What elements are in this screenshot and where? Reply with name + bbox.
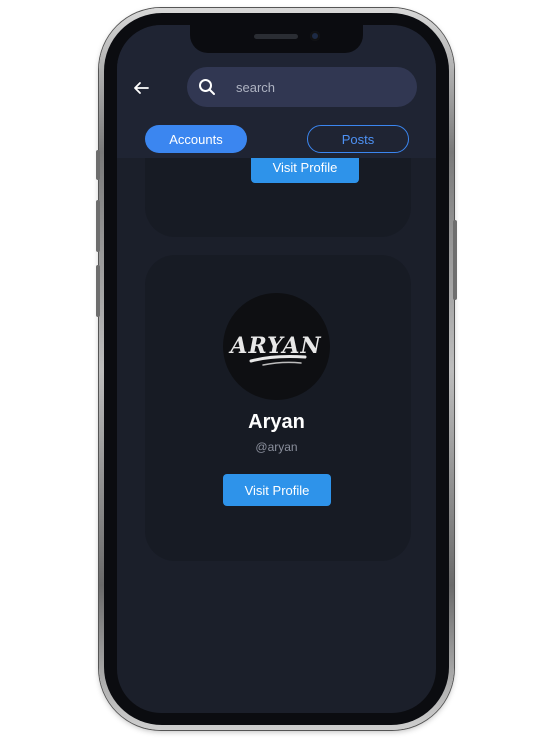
avatar[interactable]: ARYAN — [223, 293, 330, 400]
search-icon — [198, 78, 216, 96]
svg-text:ARYAN: ARYAN — [228, 333, 321, 359]
phone-screen: Visit Profile ARYAN Aryan @aryan Visit P… — [117, 25, 436, 713]
search-input[interactable] — [234, 78, 398, 96]
front-camera — [310, 31, 320, 41]
tab-accounts[interactable]: Accounts — [145, 125, 247, 153]
phone-volume-down-button — [96, 265, 100, 317]
account-handle: @aryan — [255, 440, 298, 454]
search-bar[interactable] — [187, 67, 417, 107]
arrow-left-icon — [134, 82, 149, 94]
notch — [190, 25, 363, 53]
phone-power-button — [453, 220, 457, 300]
visit-profile-button[interactable]: Visit Profile — [223, 474, 331, 506]
aryan-logo: ARYAN — [228, 333, 321, 366]
tab-posts[interactable]: Posts — [307, 125, 409, 153]
back-button[interactable] — [130, 77, 152, 99]
speaker-grille — [254, 34, 298, 39]
account-name: Aryan — [248, 411, 305, 433]
phone-side-button — [96, 150, 100, 180]
phone-volume-up-button — [96, 200, 100, 252]
